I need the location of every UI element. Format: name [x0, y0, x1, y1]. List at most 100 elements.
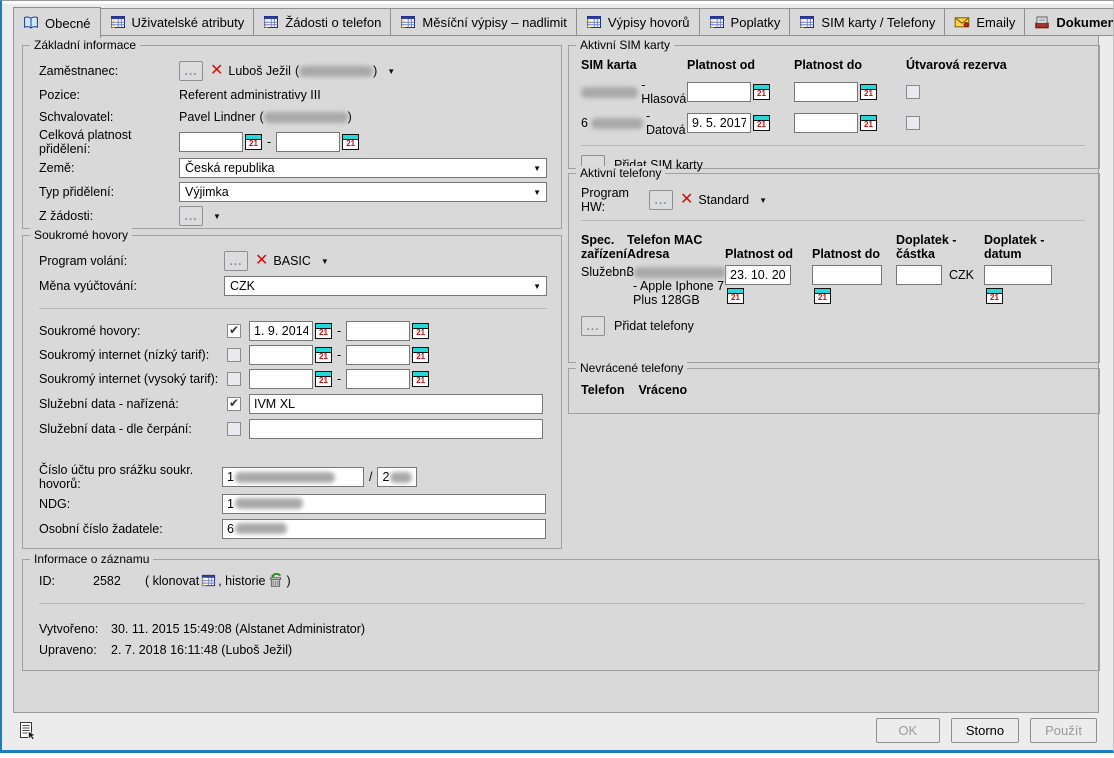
personal-number-input[interactable]: 6: [222, 519, 546, 539]
chevron-down-icon: ▼: [533, 282, 541, 291]
reserve-checkbox[interactable]: ✔: [906, 116, 920, 130]
chevron-down-icon[interactable]: ▼: [387, 67, 395, 76]
private-calls-checkbox[interactable]: ✔: [227, 324, 241, 338]
chevron-down-icon[interactable]: ▼: [321, 257, 329, 266]
currency-select[interactable]: CZK ▼: [224, 276, 547, 296]
ok-button[interactable]: OK: [876, 718, 940, 743]
calendar-icon[interactable]: 21: [753, 115, 770, 131]
calendar-icon[interactable]: 21: [753, 84, 770, 100]
row-label: Soukromé hovory:: [39, 324, 227, 338]
tab-uzivatelske-atributy[interactable]: Uživatelské atributy: [100, 8, 255, 36]
phone-from-input[interactable]: [725, 265, 791, 285]
tab-poplatky[interactable]: Poplatky: [699, 8, 791, 36]
service-data-usage-checkbox[interactable]: ✔: [227, 422, 241, 436]
apply-button[interactable]: Použít: [1030, 718, 1097, 743]
redacted-personal-number: [235, 523, 287, 534]
employee-browse-button[interactable]: ...: [179, 61, 203, 81]
range-dash: -: [337, 348, 341, 362]
table-icon: [586, 14, 602, 30]
column-header: Telefon MAC Adresa: [627, 233, 725, 261]
sim-from-input[interactable]: [687, 82, 751, 102]
reserve-checkbox[interactable]: ✔: [906, 85, 920, 99]
tab-sim-karty-telefony[interactable]: SIM karty / Telefony: [789, 8, 945, 36]
validity-from-input[interactable]: [179, 132, 243, 152]
country-select[interactable]: Česká republika ▼: [179, 158, 547, 178]
calendar-icon[interactable]: 21: [860, 115, 877, 131]
calendar-icon[interactable]: 21: [342, 134, 359, 150]
group-legend: Nevrácené telefony: [576, 361, 687, 376]
calendar-icon[interactable]: 21: [412, 347, 429, 363]
paren: ): [348, 110, 352, 124]
chevron-down-icon[interactable]: ▼: [213, 212, 221, 221]
validity-to-input[interactable]: [276, 132, 340, 152]
approver-name: Pavel Lindner: [179, 110, 255, 124]
ndg-row: NDG: 1: [39, 491, 547, 516]
history-icon[interactable]: [267, 572, 284, 589]
sim-to-input[interactable]: [794, 82, 858, 102]
from-date-input[interactable]: [249, 345, 313, 365]
calendar-icon[interactable]: 21: [315, 323, 332, 339]
service-data-ordered-input[interactable]: [249, 394, 543, 414]
calendar-icon[interactable]: 21: [412, 323, 429, 339]
tab-emaily[interactable]: Emaily: [944, 8, 1025, 36]
total-validity-label: Celková platnost přidělení:: [39, 128, 179, 156]
private-internet-low-checkbox[interactable]: ✔: [227, 348, 241, 362]
service-data-ordered-checkbox[interactable]: ✔: [227, 397, 241, 411]
surcharge-amount-input[interactable]: [896, 265, 942, 285]
group-legend: Soukromé hovory: [30, 228, 132, 243]
history-link[interactable]: , historie: [218, 574, 265, 588]
service-data-usage-input[interactable]: [249, 419, 543, 439]
tab-mesicni-vypisy-nadlimit[interactable]: Měsíční výpisy – nadlimit: [390, 8, 577, 36]
surcharge-date-input[interactable]: [984, 265, 1052, 285]
calendar-icon[interactable]: 21: [245, 134, 262, 150]
from-request-browse-button[interactable]: ...: [179, 206, 203, 226]
tab-obecne[interactable]: Obecné: [13, 7, 101, 38]
currency-label: Měna vyúčtování:: [39, 279, 224, 293]
calendar-icon[interactable]: 21: [814, 288, 831, 304]
phone-to-input[interactable]: [812, 265, 882, 285]
bank-code-input[interactable]: 2: [377, 467, 417, 487]
hw-program-browse-button[interactable]: ...: [649, 190, 673, 210]
remove-employee-icon[interactable]: ✕: [210, 63, 223, 79]
updated-value: 2. 7. 2018 16:11:48 (Luboš Ježil): [111, 643, 292, 657]
calendar-icon[interactable]: 21: [860, 84, 877, 100]
call-program-browse-button[interactable]: ...: [224, 251, 248, 271]
from-date-input[interactable]: [249, 321, 313, 341]
calendar-icon[interactable]: 21: [986, 288, 1003, 304]
sim-from-input[interactable]: [687, 113, 751, 133]
tab-dokumenty[interactable]: Dokumenty: [1024, 8, 1114, 36]
account-number-input[interactable]: 1: [222, 467, 364, 487]
tab-label: SIM karty / Telefony: [821, 15, 935, 30]
tab-vypisy-hovoru[interactable]: Výpisy hovorů: [576, 8, 700, 36]
to-date-input[interactable]: [346, 345, 410, 365]
calendar-icon[interactable]: 21: [727, 288, 744, 304]
add-phone-button[interactable]: ...: [581, 316, 605, 336]
account-slash: /: [369, 470, 372, 484]
chevron-down-icon[interactable]: ▼: [759, 196, 767, 205]
to-date-input[interactable]: [346, 321, 410, 341]
clone-icon[interactable]: [201, 573, 216, 588]
ndg-input[interactable]: 1: [222, 494, 546, 514]
calendar-icon[interactable]: 21: [315, 371, 332, 387]
remove-call-program-icon[interactable]: ✕: [255, 253, 268, 269]
document-cursor-icon[interactable]: [18, 721, 38, 741]
private-internet-high-checkbox[interactable]: ✔: [227, 372, 241, 386]
cancel-button[interactable]: Storno: [951, 718, 1019, 743]
calendar-icon[interactable]: 21: [412, 371, 429, 387]
calendar-icon[interactable]: 21: [315, 347, 332, 363]
remove-hw-program-icon[interactable]: ✕: [680, 192, 693, 208]
updated-label: Upraveno:: [39, 643, 111, 657]
clone-link[interactable]: ( klonovat: [145, 574, 199, 588]
account-label: Číslo účtu pro srážku soukr. hovorů:: [39, 463, 222, 491]
envelope-icon: [954, 14, 970, 30]
to-date-input[interactable]: [346, 369, 410, 389]
assignment-type-select[interactable]: Výjimka ▼: [179, 182, 547, 202]
sim-to-input[interactable]: [794, 113, 858, 133]
record-info-group: Informace o záznamu ID: 2582 ( klonovat …: [22, 559, 1100, 671]
tab-zadosti-o-telefon[interactable]: Žádosti o telefon: [253, 8, 391, 36]
add-phone-label: Přidat telefony: [614, 319, 694, 333]
active-phones-group: Aktivní telefony Program HW: ... ✕ Stand…: [568, 173, 1100, 363]
country-label: Země:: [39, 161, 179, 175]
tab-label: Uživatelské atributy: [132, 15, 245, 30]
from-date-input[interactable]: [249, 369, 313, 389]
